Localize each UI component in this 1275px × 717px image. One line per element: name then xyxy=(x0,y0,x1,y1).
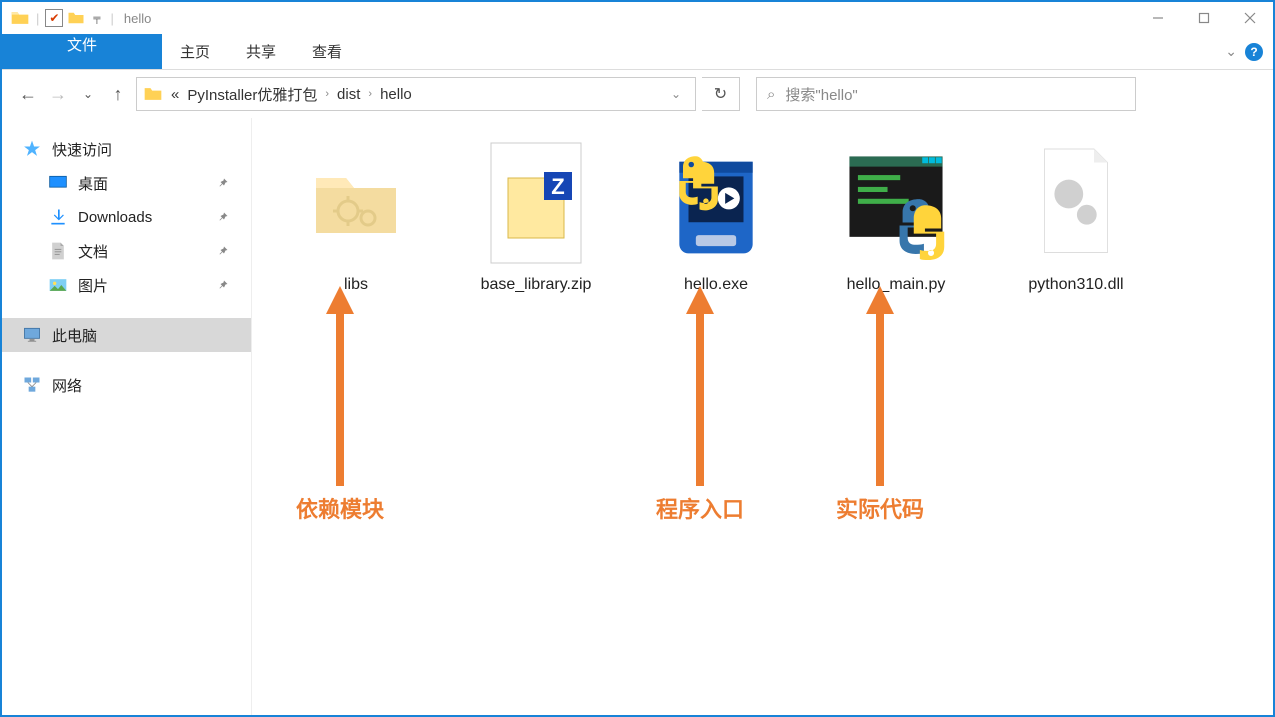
folder-icon xyxy=(10,8,30,28)
chevron-right-icon[interactable]: › xyxy=(321,88,333,100)
breadcrumb-segment[interactable]: PyInstaller优雅打包 xyxy=(183,84,321,105)
desktop-icon xyxy=(48,173,68,193)
sidebar-item-downloads[interactable]: Downloads xyxy=(2,200,251,234)
annotation-label: 程序入口 xyxy=(656,492,744,524)
annotation-label: 依赖模块 xyxy=(296,492,384,524)
annotation-label: 实际代码 xyxy=(836,492,924,524)
search-box[interactable]: ⌕ 搜索"hello" xyxy=(756,77,1136,111)
file-item-zip[interactable]: Z base_library.zip xyxy=(456,138,616,294)
pictures-icon xyxy=(48,275,68,295)
sidebar-quick-access[interactable]: 快速访问 xyxy=(2,132,251,166)
tab-share[interactable]: 共享 xyxy=(228,34,294,69)
ribbon-collapse-icon[interactable]: ⌄ xyxy=(1225,43,1237,60)
folder-icon xyxy=(143,84,163,104)
breadcrumb-segment[interactable]: dist xyxy=(333,86,364,103)
refresh-button[interactable]: ↻ xyxy=(702,77,740,111)
zip-icon: Z xyxy=(486,138,586,268)
forward-button[interactable]: → xyxy=(46,82,70,106)
file-item-folder[interactable]: libs xyxy=(276,138,436,294)
pin-icon xyxy=(217,177,229,189)
sidebar: 快速访问 桌面 Downloads 文档 图片 此电脑 xyxy=(2,118,252,715)
file-label: python310.dll xyxy=(1028,276,1123,294)
ribbon: 文件 主页 共享 查看 ⌄ ? xyxy=(2,34,1273,70)
nav-bar: ← → ⌄ ↑ « PyInstaller优雅打包 › dist › hello… xyxy=(2,70,1273,118)
help-icon[interactable]: ? xyxy=(1245,43,1263,61)
recent-dropdown-icon[interactable]: ⌄ xyxy=(76,82,100,106)
annotation: 实际代码 xyxy=(836,286,924,524)
pin-icon xyxy=(217,279,229,291)
annotation: 依赖模块 xyxy=(296,286,384,524)
dll-icon xyxy=(1031,143,1121,263)
sidebar-network[interactable]: 网络 xyxy=(2,368,251,402)
separator: | xyxy=(36,11,39,26)
window-title: hello xyxy=(124,11,151,26)
downloads-icon xyxy=(48,207,68,227)
search-placeholder: 搜索"hello" xyxy=(785,84,857,105)
file-label: base_library.zip xyxy=(481,276,592,294)
file-item-exe[interactable]: hello.exe xyxy=(636,138,796,294)
title-bar: | ✔ ╤ | hello xyxy=(2,2,1273,34)
pin-icon xyxy=(217,211,229,223)
file-item-dll[interactable]: python310.dll xyxy=(996,138,1156,294)
close-button[interactable] xyxy=(1227,2,1273,34)
svg-text:Z: Z xyxy=(551,174,564,199)
qat-checkbox-icon[interactable]: ✔ xyxy=(45,9,63,27)
maximize-button[interactable] xyxy=(1181,2,1227,34)
address-dropdown-icon[interactable]: ⌄ xyxy=(663,87,689,101)
pin-icon xyxy=(217,245,229,257)
annotation: 程序入口 xyxy=(656,286,744,524)
address-bar[interactable]: « PyInstaller优雅打包 › dist › hello ⌄ xyxy=(136,77,696,111)
file-item-python[interactable]: hello_main.py xyxy=(816,138,976,294)
sidebar-item-documents[interactable]: 文档 xyxy=(2,234,251,268)
network-icon xyxy=(22,375,42,395)
separator: | xyxy=(110,11,113,26)
tab-home[interactable]: 主页 xyxy=(162,34,228,69)
chevron-right-icon[interactable]: › xyxy=(364,88,376,100)
up-button[interactable]: ↑ xyxy=(106,82,130,106)
search-icon: ⌕ xyxy=(767,86,775,103)
pc-icon xyxy=(22,325,42,345)
back-button[interactable]: ← xyxy=(16,82,40,106)
sidebar-this-pc[interactable]: 此电脑 xyxy=(2,318,251,352)
folder-small-icon[interactable] xyxy=(67,9,85,27)
arrow-up-icon xyxy=(324,286,356,486)
minimize-button[interactable] xyxy=(1135,2,1181,34)
arrow-up-icon xyxy=(864,286,896,486)
exe-icon xyxy=(661,138,771,268)
tab-view[interactable]: 查看 xyxy=(294,34,360,69)
qat-dropdown-icon[interactable]: ╤ xyxy=(93,13,100,24)
breadcrumb-prefix: « xyxy=(167,86,183,103)
python-file-icon xyxy=(841,143,951,263)
sidebar-item-pictures[interactable]: 图片 xyxy=(2,268,251,302)
tab-file[interactable]: 文件 xyxy=(2,34,162,69)
documents-icon xyxy=(48,241,68,261)
breadcrumb-segment[interactable]: hello xyxy=(376,86,416,103)
arrow-up-icon xyxy=(684,286,716,486)
star-icon xyxy=(22,139,42,159)
file-view: libs Z base_library.zip xyxy=(252,118,1273,715)
folder-icon xyxy=(306,153,406,253)
sidebar-item-desktop[interactable]: 桌面 xyxy=(2,166,251,200)
